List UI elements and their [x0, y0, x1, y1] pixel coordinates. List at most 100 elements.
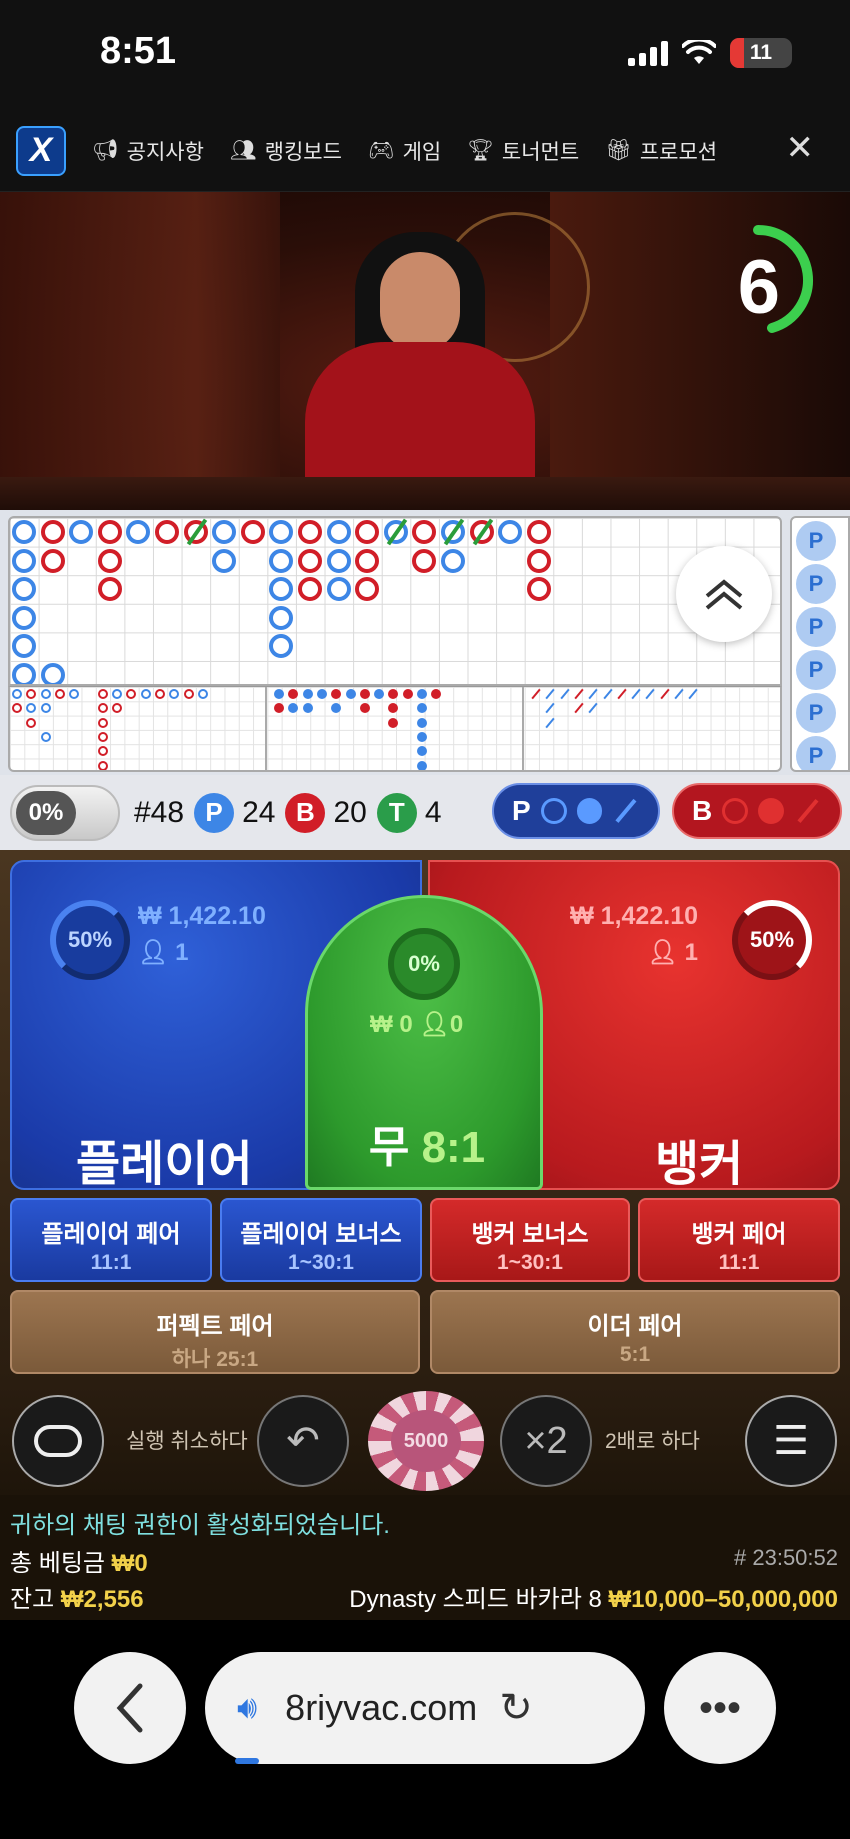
big-road-mark: [40, 548, 65, 573]
small-road-mark: [388, 717, 399, 728]
big-road-mark: [212, 548, 237, 573]
gamepad-icon: 🎮︎: [367, 138, 395, 162]
nav-games[interactable]: 🎮︎ 게임: [368, 136, 441, 166]
small-road-mark: [417, 717, 427, 728]
big-road-mark: [97, 577, 122, 602]
big-eye-mark: [69, 689, 80, 699]
big-eye-mark: [140, 689, 151, 699]
cellular-signal-icon: [628, 40, 668, 66]
small-road-mark: [417, 731, 427, 742]
small-road-mark: [345, 689, 356, 699]
total-bet-value: ₩0: [111, 1550, 148, 1577]
big-eye-mark: [97, 746, 108, 757]
small-road-mark: [302, 703, 313, 714]
win-pct-toggle[interactable]: 0%: [10, 784, 120, 841]
nav-notice[interactable]: 📢︎ 공지사항: [92, 136, 204, 166]
big-road-mark: [12, 663, 36, 684]
big-road-mark: [40, 663, 65, 684]
load-progress: [235, 1758, 259, 1764]
nav-tournament-label: 토너먼트: [501, 140, 580, 164]
perfect-pair-bet[interactable]: 퍼펙트 페어 하나 25:1: [10, 1290, 420, 1374]
big-eye-mark: [97, 731, 108, 742]
either-pair-bet[interactable]: 이더 페어 5:1: [430, 1290, 840, 1374]
tie-label: 무 8:1: [368, 1123, 486, 1172]
table-view-button[interactable]: [12, 1395, 104, 1487]
big-eye-mark: [97, 717, 108, 728]
cockroach-mark: [588, 703, 598, 714]
ellipsis-icon: •••: [698, 1685, 741, 1730]
speaker-icon[interactable]: 🔊︎: [237, 1689, 257, 1727]
big-road: [8, 516, 782, 686]
player-bonus-bet[interactable]: 플레이어 보너스 1~30:1: [220, 1198, 422, 1282]
small-road-mark: [402, 689, 413, 699]
betting-area: 50% ₩ 1,422.10 👤︎ 1 플레이어 50% ₩ 1,422.10 …: [0, 850, 850, 1385]
small-road-mark: [431, 689, 442, 699]
user-icon: 👤︎: [647, 939, 678, 966]
big-road-mark: [298, 577, 322, 602]
big-eye-mark: [26, 717, 37, 728]
banker-pair-bet[interactable]: 뱅커 페어 11:1: [638, 1198, 840, 1282]
big-eye-mark: [26, 703, 37, 714]
cockroach-mark: [574, 688, 584, 700]
player-pair-bet[interactable]: 플레이어 페어 11:1: [10, 1198, 212, 1282]
table-info: Dynasty 스피드 바카라 8 ₩10,000–50,000,000: [349, 1586, 838, 1613]
tie-bet-spot[interactable]: 0% ₩ 0 👤︎0 무 8:1: [305, 895, 543, 1190]
big-eye-mark: [112, 703, 123, 714]
big-road-mark: [40, 520, 65, 544]
big-road-mark: [355, 577, 380, 602]
big-eye-mark: [126, 689, 137, 699]
chip-selector[interactable]: 5000: [368, 1391, 484, 1491]
bead: P: [796, 607, 836, 647]
cockroach-mark: [574, 703, 584, 714]
cockroach-mark: [674, 688, 684, 700]
big-road-mark: [12, 605, 36, 630]
menu-button[interactable]: ☰: [745, 1395, 837, 1487]
double-button[interactable]: ×2: [500, 1395, 592, 1487]
nav-promotion[interactable]: 🎁︎ 프로모션: [605, 136, 717, 166]
big-road-mark: [69, 520, 94, 544]
small-road-mark: [288, 689, 299, 699]
bead: P: [796, 736, 836, 770]
banker-predict-button[interactable]: B: [672, 783, 842, 839]
player-predict-button[interactable]: P: [492, 783, 660, 839]
chip-value: 5000: [391, 1410, 461, 1472]
reload-icon[interactable]: ↻: [499, 1685, 533, 1731]
more-button[interactable]: •••: [664, 1652, 776, 1764]
tie-count: 4: [424, 795, 442, 829]
big-road-mark: [298, 520, 322, 544]
big-road-mark: [269, 634, 294, 659]
player-amount: ₩ 1,422.10: [138, 902, 266, 930]
undo-button[interactable]: ↶: [257, 1395, 349, 1487]
small-road-mark: [417, 760, 427, 770]
balance-line: 잔고 ₩2,556: [10, 1586, 144, 1613]
small-road-mark: [417, 746, 427, 757]
back-button[interactable]: [74, 1652, 186, 1764]
cockroach-mark: [588, 688, 598, 700]
cockroach-mark: [617, 688, 627, 700]
big-road-mark: [126, 520, 151, 544]
close-icon[interactable]: ✕: [786, 128, 815, 168]
nav-tournament[interactable]: 🏆︎ 토너먼트: [467, 136, 579, 166]
bet-controls: 실행 취소하다 ↶ 5000 ×2 2배로 하다 ☰: [0, 1385, 850, 1495]
banker-bonus-bet[interactable]: 뱅커 보너스 1~30:1: [430, 1198, 630, 1282]
banker-label: 뱅커: [655, 1138, 744, 1191]
banker-count-badge: B: [285, 792, 326, 833]
big-road-mark: [97, 548, 122, 573]
address-bar[interactable]: 🔊︎ 8riyvac.com ↻: [205, 1652, 645, 1764]
undo-icon: ↶: [286, 1419, 320, 1463]
big-eye-mark: [112, 689, 123, 699]
small-road-mark: [274, 689, 284, 699]
expand-scoreboard-button[interactable]: [676, 546, 772, 642]
nav-ranking[interactable]: 👥︎ 랭킹보드: [230, 136, 342, 166]
player-pct: 50%: [50, 900, 130, 980]
chevron-up-icon: [705, 579, 743, 610]
big-road-mark: [269, 520, 294, 544]
player-count: 24: [242, 795, 276, 829]
cockroach-mark: [631, 688, 641, 700]
small-road-mark: [388, 703, 399, 714]
cockroach-mark: [559, 688, 570, 700]
big-road-mark: [12, 548, 36, 573]
big-eye-mark: [12, 689, 22, 699]
app-logo[interactable]: X: [16, 125, 66, 176]
big-road-mark: [326, 548, 351, 573]
